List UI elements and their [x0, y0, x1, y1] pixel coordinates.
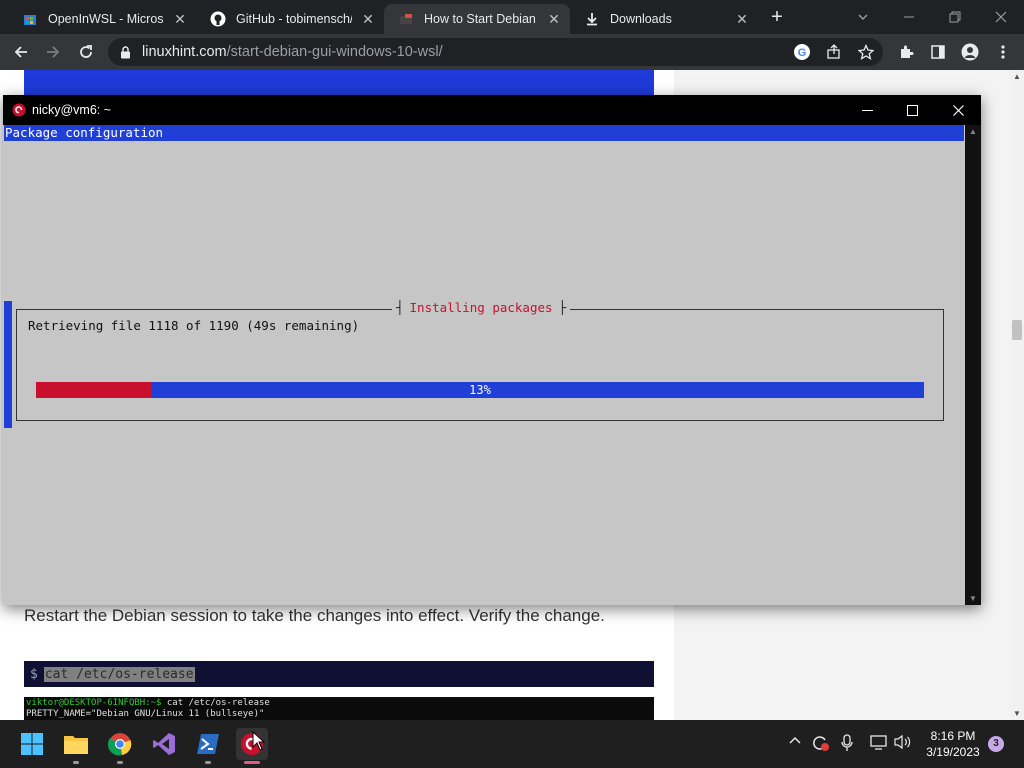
- minimize-icon[interactable]: [886, 0, 932, 34]
- show-hidden-icons-icon[interactable]: [788, 734, 802, 751]
- store-icon: [22, 11, 38, 27]
- url-path: /start-debian-gui-windows-10-wsl/: [226, 44, 443, 60]
- terminal-maximize-icon[interactable]: [889, 95, 935, 125]
- extensions-icon[interactable]: [893, 39, 919, 65]
- page-scrollbar[interactable]: ▲ ▼: [1010, 70, 1024, 720]
- terminal-screenshot-line1: viktor@DESKTOP-6INFQBH:~$ cat /etc/os-re…: [26, 698, 652, 709]
- screenshot-prompt: viktor@DESKTOP-6INFQBH:~$: [26, 698, 162, 708]
- terminal-titlebar[interactable]: nicky@vm6: ~: [3, 95, 981, 125]
- svg-text:G: G: [798, 47, 807, 59]
- article-image: [24, 70, 654, 96]
- github-icon: [210, 11, 226, 27]
- tab-title: OpenInWSL - Microsoft: [48, 12, 164, 26]
- tab-title: Downloads: [610, 12, 672, 26]
- tab-close-icon[interactable]: ✕: [172, 11, 188, 27]
- url-host: linuxhint.com: [142, 44, 227, 60]
- dialog-shadow: [4, 301, 12, 428]
- tab-downloads[interactable]: Downloads ✕: [570, 4, 758, 34]
- tab-github[interactable]: GitHub - tobimensch/a ✕: [196, 4, 384, 34]
- terminal-title: nicky@vm6: ~: [32, 103, 112, 117]
- terminal-body[interactable]: Package configuration ┤ Installing packag…: [3, 125, 965, 605]
- tab-close-icon[interactable]: ✕: [546, 11, 562, 27]
- share-icon[interactable]: [821, 39, 847, 65]
- scroll-down-icon[interactable]: ▼: [1010, 709, 1024, 718]
- running-indicator: [73, 761, 79, 764]
- tab-close-icon[interactable]: ✕: [360, 11, 376, 27]
- forward-arrow-icon[interactable]: [40, 39, 66, 65]
- tab-linuxhint[interactable]: How to Start Debian G ✕: [384, 4, 570, 34]
- back-arrow-icon[interactable]: [8, 39, 34, 65]
- terminal-scrollbar[interactable]: ▲ ▼: [965, 125, 981, 605]
- download-icon: [584, 11, 600, 27]
- debian-icon: [12, 103, 26, 117]
- terminal-window[interactable]: nicky@vm6: ~ Package configuration ┤ Inst…: [3, 95, 981, 605]
- volume-icon[interactable]: [894, 734, 912, 753]
- tab-title: How to Start Debian G: [424, 12, 538, 26]
- mouse-cursor-icon: [252, 731, 266, 751]
- screenshot-command: cat /etc/os-release: [161, 698, 270, 708]
- terminal-scroll-up-icon[interactable]: ▲: [965, 127, 981, 136]
- code-command: cat /etc/os-release: [43, 666, 195, 682]
- bookmark-star-icon[interactable]: [853, 39, 879, 65]
- progress-message: Retrieving file 1118 of 1190 (49s remain…: [28, 318, 360, 333]
- progress-bar: 13%: [36, 382, 924, 398]
- terminal-scroll-down-icon[interactable]: ▼: [965, 594, 981, 603]
- installing-packages-dialog: ┤ Installing packages ├ Retrieving file 11…: [16, 300, 944, 421]
- visual-studio-icon[interactable]: [148, 728, 180, 760]
- package-config-header: Package configuration: [4, 125, 964, 141]
- active-indicator: [244, 761, 260, 764]
- file-explorer-icon[interactable]: [60, 728, 92, 764]
- google-lens-icon[interactable]: G: [789, 39, 815, 65]
- code-prompt: $: [30, 666, 38, 682]
- terminal-close-icon[interactable]: [935, 95, 981, 125]
- scroll-thumb[interactable]: [1012, 320, 1022, 340]
- progress-label: 13%: [469, 383, 491, 397]
- browser-tab-strip: OpenInWSL - Microsoft ✕ GitHub - tobimen…: [0, 0, 1024, 34]
- linuxhint-icon: [398, 11, 414, 27]
- scroll-up-icon[interactable]: ▲: [1010, 72, 1024, 81]
- terminal-minimize-icon[interactable]: [844, 95, 890, 125]
- menu-kebab-icon[interactable]: [990, 39, 1016, 65]
- article-paragraph: Restart the Debian session to take the c…: [24, 606, 605, 625]
- lock-icon[interactable]: [108, 45, 142, 59]
- system-clock[interactable]: 8:16 PM 3/19/2023: [922, 728, 984, 760]
- address-bar[interactable]: linuxhint.com /start-debian-gui-windows-…: [108, 38, 883, 66]
- clock-time: 8:16 PM: [930, 729, 976, 743]
- tab-openinwsl[interactable]: OpenInWSL - Microsoft ✕: [8, 4, 196, 34]
- start-icon[interactable]: [16, 728, 48, 760]
- tab-search-icon[interactable]: [840, 0, 886, 34]
- network-icon[interactable]: [870, 734, 888, 753]
- dialog-title-frame: ┤ Installing packages ├: [392, 300, 571, 315]
- reload-icon[interactable]: [73, 39, 99, 65]
- tab-title: GitHub - tobimensch/a: [236, 12, 352, 26]
- restore-icon[interactable]: [932, 0, 978, 34]
- code-block: $ cat /etc/os-release: [24, 661, 654, 687]
- dialog-title: Installing packages: [409, 300, 553, 315]
- terminal-screenshot: viktor@DESKTOP-6INFQBH:~$ cat /etc/os-re…: [24, 697, 654, 720]
- notification-badge[interactable]: 3: [988, 736, 1004, 752]
- running-indicator: [205, 761, 211, 764]
- side-panel-icon[interactable]: [925, 39, 951, 65]
- profile-icon[interactable]: [957, 39, 983, 65]
- microphone-icon[interactable]: [840, 734, 854, 755]
- running-indicator: [117, 761, 123, 764]
- taskbar: 8:16 PM 3/19/2023 3: [0, 720, 1024, 768]
- terminal-screenshot-line2: PRETTY_NAME="Debian GNU/Linux 11 (bullse…: [26, 709, 265, 719]
- sync-icon[interactable]: [810, 734, 830, 755]
- close-window-icon[interactable]: [978, 0, 1024, 34]
- chrome-icon[interactable]: [104, 728, 136, 764]
- browser-toolbar: linuxhint.com /start-debian-gui-windows-…: [0, 34, 1024, 70]
- clock-date: 3/19/2023: [926, 745, 980, 759]
- tab-close-icon[interactable]: ✕: [734, 11, 750, 27]
- new-tab-icon[interactable]: +: [766, 6, 788, 28]
- powershell-icon[interactable]: [192, 728, 224, 764]
